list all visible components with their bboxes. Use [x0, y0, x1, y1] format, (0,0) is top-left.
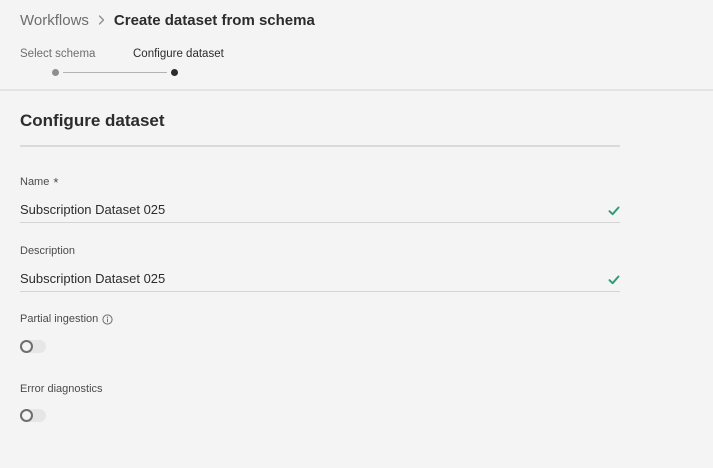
name-field-label: Name * [20, 174, 59, 190]
step-connector [63, 72, 167, 73]
partial-ingestion-label: Partial ingestion [20, 313, 113, 325]
error-diagnostics-toggle[interactable] [20, 409, 46, 422]
name-input-value[interactable]: Subscription Dataset 025 [20, 202, 165, 217]
toggle-knob [20, 409, 33, 422]
workflow-stepper: Select schema Configure dataset [20, 48, 240, 78]
header-divider [0, 89, 713, 91]
error-diagnostics-label: Error diagnostics [20, 383, 103, 395]
partial-ingestion-label-text: Partial ingestion [20, 313, 99, 325]
chevron-right-icon [98, 15, 105, 25]
name-input[interactable]: Subscription Dataset 025 [20, 198, 620, 223]
page-title: Create dataset from schema [113, 11, 315, 29]
step-configure-dataset-dot [171, 69, 178, 76]
description-field-label: Description [20, 245, 75, 257]
error-diagnostics-label-text: Error diagnostics [20, 383, 103, 395]
breadcrumb-workflows-link[interactable]: Workflows [20, 12, 89, 29]
step-select-schema-dot[interactable] [52, 69, 59, 76]
description-valid-check-icon [608, 272, 620, 290]
step-select-schema-label[interactable]: Select schema [20, 48, 95, 60]
description-input[interactable]: Subscription Dataset 025 [20, 267, 620, 292]
description-input-value[interactable]: Subscription Dataset 025 [20, 271, 165, 286]
name-label-text: Name [20, 176, 50, 188]
step-configure-dataset-label: Configure dataset [133, 48, 224, 60]
description-label-text: Description [20, 245, 76, 257]
page: Workflows Create dataset from schema Sel… [0, 0, 713, 468]
section-title: Configure dataset [20, 111, 165, 130]
name-valid-check-icon [608, 203, 620, 221]
breadcrumb: Workflows Create dataset from schema [20, 10, 315, 30]
partial-ingestion-toggle[interactable] [20, 340, 46, 353]
toggle-knob [20, 340, 33, 353]
required-asterisk: * [53, 174, 59, 190]
section-divider [20, 145, 620, 147]
info-icon[interactable] [102, 313, 113, 325]
